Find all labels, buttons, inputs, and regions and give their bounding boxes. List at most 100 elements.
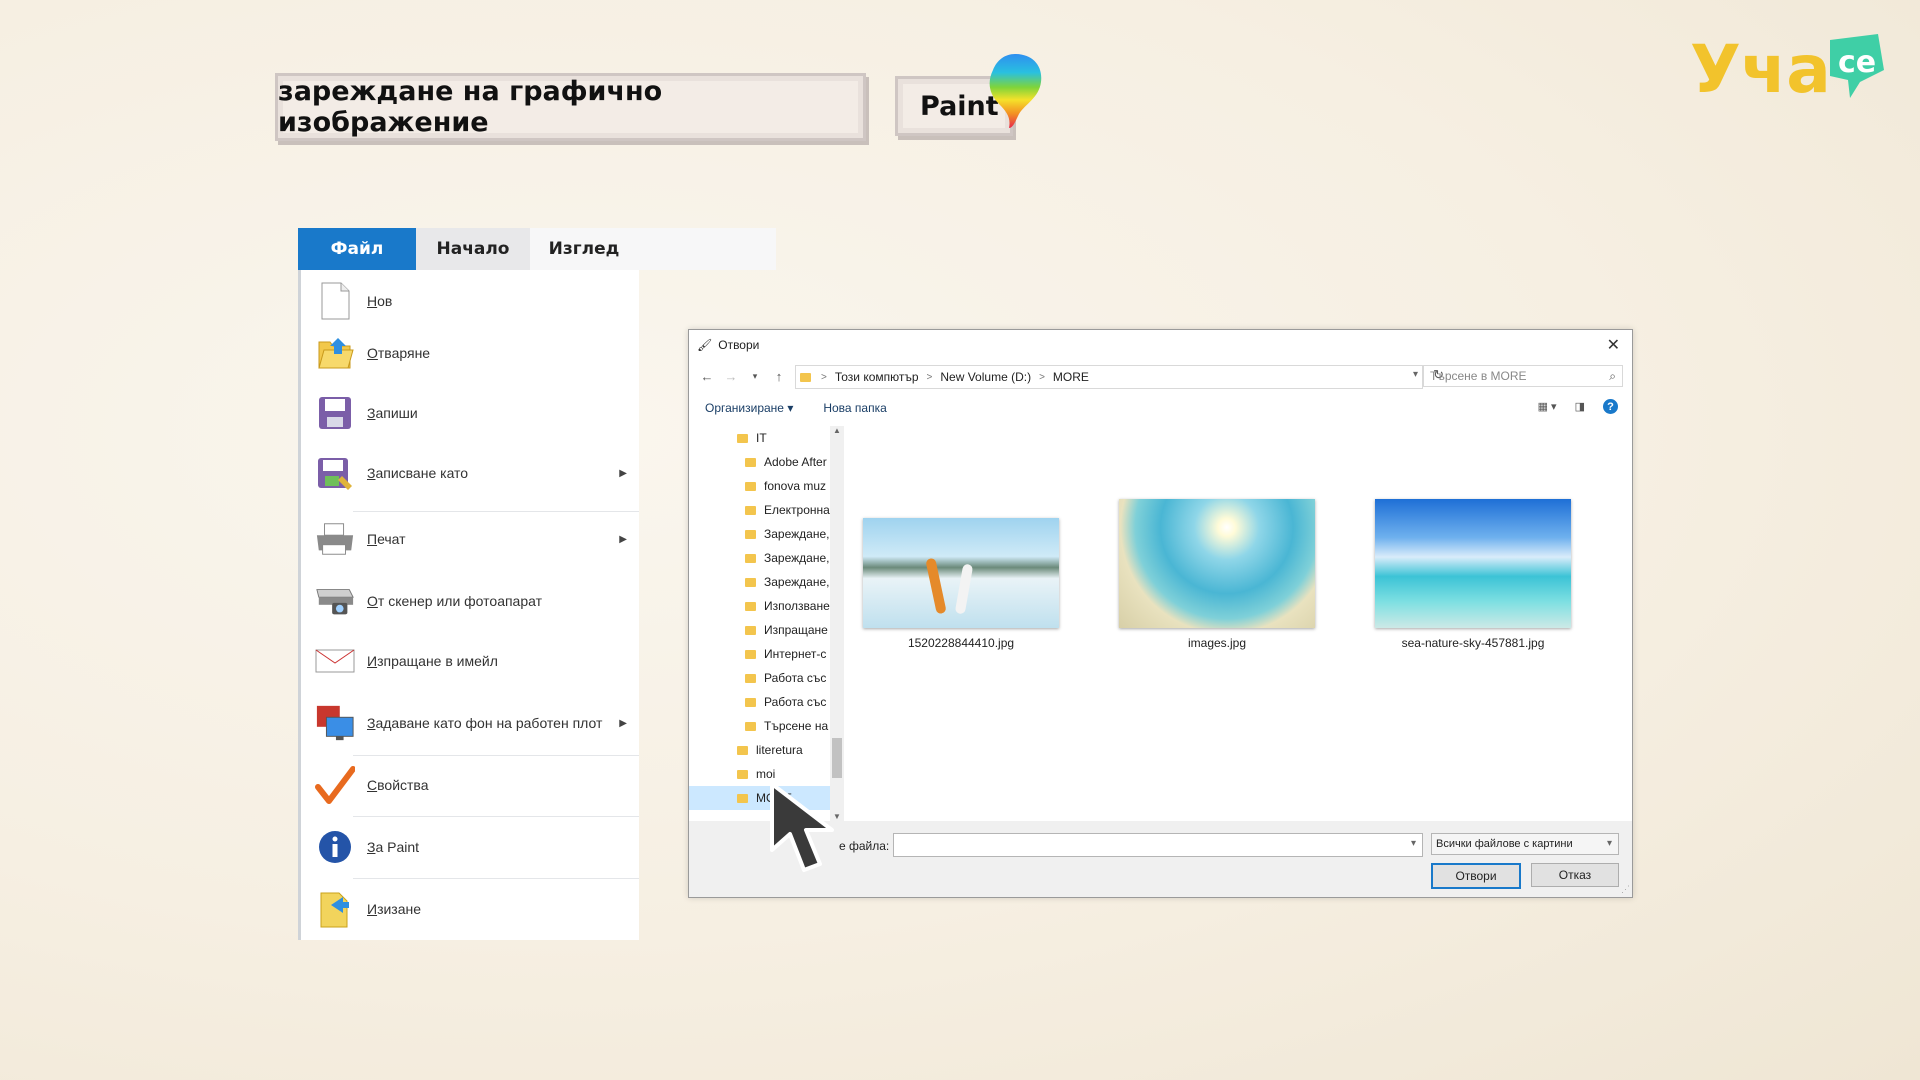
folder-icon — [745, 577, 756, 587]
folder-icon — [745, 697, 756, 707]
chevron-down-icon[interactable]: ▾ — [1411, 838, 1416, 849]
tree-item[interactable]: Зареждане, — [745, 570, 830, 594]
menu-divider — [353, 511, 639, 512]
tree-item[interactable]: Интернет-с — [745, 642, 830, 666]
menu-divider — [353, 755, 639, 756]
help-icon[interactable]: ? — [1603, 399, 1618, 414]
tree-item[interactable]: Търсене на — [745, 714, 830, 738]
tree-scrollbar[interactable]: ▲ ▼ — [830, 426, 844, 821]
filename-input[interactable]: ▾ — [893, 833, 1423, 857]
menu-item-label: От скенер или фотоапарат — [367, 593, 543, 609]
menu-item-exit[interactable]: Изизане — [301, 886, 639, 932]
chevron-right-icon: > — [821, 371, 827, 383]
new-folder-button[interactable]: Нова папка — [823, 401, 886, 415]
breadcrumb-item[interactable]: MORE — [1053, 370, 1089, 384]
mouse-pointer-icon — [770, 782, 834, 872]
folder-icon — [745, 481, 756, 491]
preview-pane-icon[interactable]: ◨ — [1575, 400, 1585, 413]
recent-chevron-down-icon[interactable]: ▾ — [743, 371, 767, 382]
tree-item-label: Работа със — [764, 695, 827, 709]
folder-icon — [745, 457, 756, 467]
menu-item-save-as[interactable]: Записване като ▶ — [301, 450, 639, 496]
tree-item-label: IT — [756, 431, 767, 445]
open-button[interactable]: Отвори — [1431, 863, 1521, 889]
file-item[interactable]: sea-nature-sky-457881.jpg — [1373, 499, 1573, 650]
file-name: images.jpg — [1187, 636, 1247, 650]
chevron-down-icon[interactable]: ▾ — [1413, 369, 1418, 380]
folder-icon — [737, 433, 748, 443]
menu-item-open[interactable]: Отваряне — [301, 330, 639, 376]
tab-file[interactable]: Файл — [298, 228, 416, 270]
back-arrow-icon[interactable]: ← — [695, 369, 719, 384]
up-arrow-icon[interactable]: ↑ — [767, 369, 791, 384]
file-name: 1520228844410.jpg — [907, 636, 1015, 650]
view-options-icon[interactable]: ▦ ▾ — [1538, 400, 1557, 413]
menu-item-scanner[interactable]: От скенер или фотоапарат — [301, 578, 639, 624]
tree-item[interactable]: fonova muz — [745, 474, 830, 498]
menu-item-label: Изизане — [367, 901, 422, 917]
menu-item-label: Изпращане в имейл — [367, 653, 498, 669]
folder-icon — [745, 553, 756, 563]
paint-ribbon-tabs: Файл Начало Изглед — [298, 228, 776, 270]
folder-icon — [737, 793, 748, 803]
menu-item-save[interactable]: Запиши — [301, 390, 639, 436]
folder-icon — [745, 601, 756, 611]
breadcrumb-item[interactable]: Този компютър — [835, 370, 919, 384]
scroll-up-icon[interactable]: ▲ — [830, 426, 844, 435]
tree-item[interactable]: Използване — [745, 594, 830, 618]
chevron-down-icon[interactable]: ▾ — [1607, 838, 1612, 849]
tree-item[interactable]: Изпращане — [745, 618, 830, 642]
file-item[interactable]: images.jpg — [1117, 499, 1317, 650]
new-file-icon — [315, 281, 355, 321]
file-type-select[interactable]: Всички файлове с картини ▾ — [1431, 833, 1619, 855]
tree-item[interactable]: Работа със — [745, 690, 830, 714]
menu-item-email[interactable]: Изпращане в имейл — [301, 638, 639, 684]
desktop-background-icon — [315, 703, 355, 743]
paint-logo-icon — [989, 54, 1042, 128]
submenu-arrow-icon: ▶ — [619, 717, 627, 729]
tree-item[interactable]: literetura — [737, 738, 830, 762]
tree-item[interactable]: IT — [737, 426, 830, 450]
address-bar[interactable]: > Този компютър > New Volume (D:) > MORE… — [795, 365, 1444, 389]
menu-item-new[interactable]: Нов — [301, 278, 639, 324]
tree-item-label: Зареждане, — [764, 575, 830, 589]
tree-item[interactable]: Зареждане, — [745, 546, 830, 570]
menu-item-desktop-background[interactable]: Задаване като фон на работен плот ▶ — [301, 700, 639, 746]
folder-icon — [745, 625, 756, 635]
file-thumbnail — [1119, 499, 1315, 628]
scrollbar-thumb[interactable] — [832, 738, 842, 778]
tree-item[interactable]: Adobe After — [745, 450, 830, 474]
resize-grip-icon[interactable]: ⋰ — [1621, 884, 1630, 895]
submenu-arrow-icon: ▶ — [619, 533, 627, 545]
paint-app-icon: 🖌 — [697, 338, 713, 352]
search-icon[interactable]: ⌕ — [1609, 369, 1616, 384]
file-type-value: Всички файлове с картини — [1436, 838, 1573, 850]
menu-item-properties[interactable]: Свойства — [301, 762, 639, 808]
tree-item[interactable]: Електронна — [745, 498, 830, 522]
file-item[interactable]: 1520228844410.jpg — [861, 518, 1061, 650]
menu-item-label: Нов — [367, 293, 393, 309]
menu-item-print[interactable]: Печат ▶ — [301, 516, 639, 562]
cancel-button[interactable]: Отказ — [1531, 863, 1619, 887]
organize-button[interactable]: Организиране ▾ — [705, 401, 793, 415]
logo-icon: Уча се — [1690, 31, 1884, 106]
tree-item[interactable]: Зареждане, — [745, 522, 830, 546]
menu-item-about[interactable]: За Paint — [301, 824, 639, 870]
tab-home[interactable]: Начало — [416, 228, 530, 270]
file-thumbnail — [863, 518, 1059, 628]
save-as-icon — [315, 453, 355, 493]
email-icon — [315, 641, 355, 681]
tree-item-label: Adobe After — [764, 455, 827, 469]
tree-item[interactable]: Работа със — [745, 666, 830, 690]
save-icon — [315, 393, 355, 433]
search-input[interactable]: Търсене в MORE ⌕ — [1423, 365, 1623, 387]
scanner-icon — [315, 581, 355, 621]
breadcrumb-item[interactable]: New Volume (D:) — [940, 370, 1031, 384]
search-placeholder: Търсене в MORE — [1430, 369, 1527, 383]
tree-item-label: Интернет-с — [764, 647, 827, 661]
forward-arrow-icon[interactable]: → — [719, 369, 743, 384]
menu-item-label: Свойства — [367, 777, 429, 793]
close-icon[interactable]: ✕ — [1607, 335, 1620, 355]
tab-view[interactable]: Изглед — [530, 228, 638, 270]
menu-divider — [353, 878, 639, 879]
